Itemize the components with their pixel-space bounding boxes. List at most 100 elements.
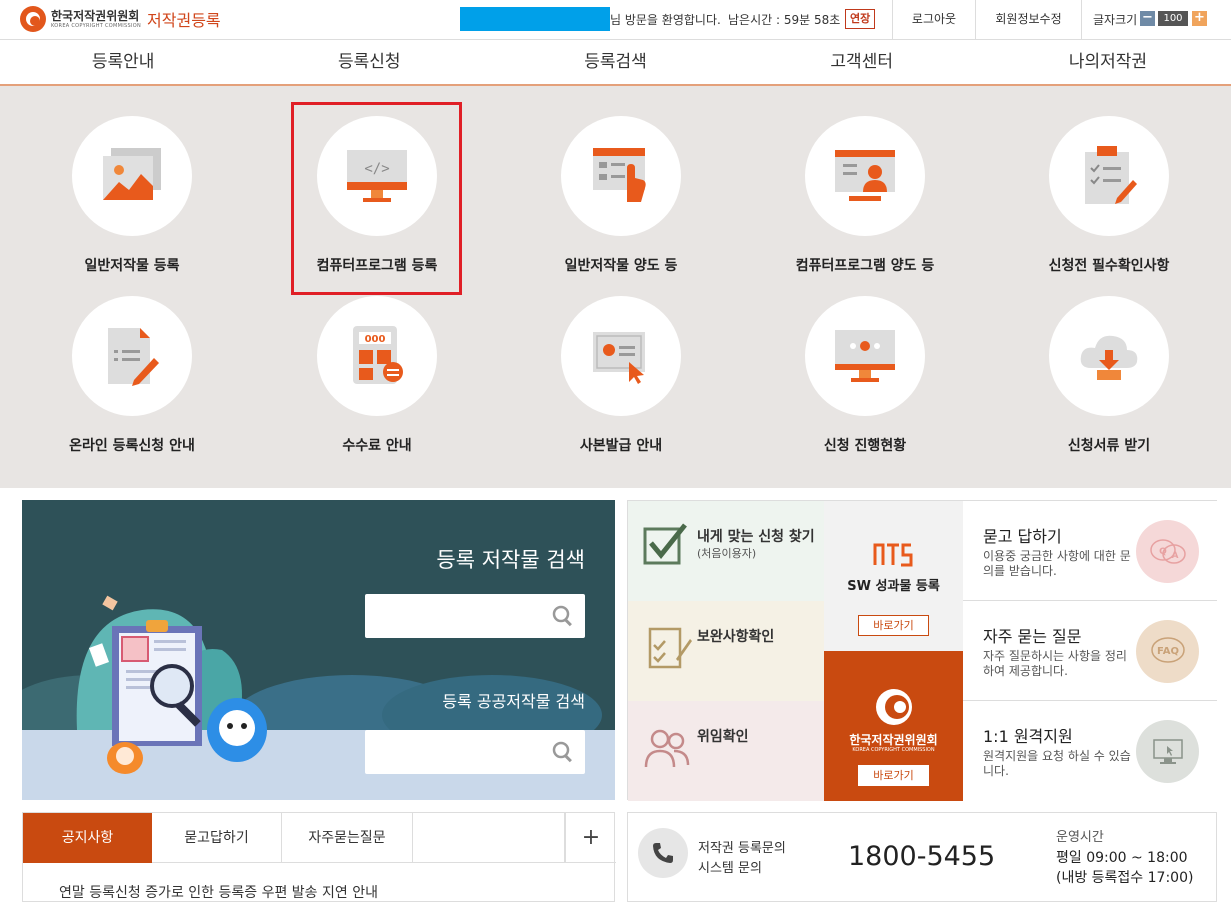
registered-work-search-input[interactable] (365, 594, 585, 638)
image-gallery-icon (103, 148, 161, 200)
kcc-panel: 한국저작권위원회 KOREA COPYRIGHT COMMISSION 바로가기 (824, 651, 963, 801)
nav-registration-apply[interactable]: 등록신청 (246, 40, 492, 84)
font-size-increase-button[interactable]: + (1192, 11, 1207, 26)
click-form-icon (593, 148, 646, 202)
quick-links-panel: 내게 맞는 신청 찾기 (처음이용자) 보완사항확인 위임확인 SW 성과물 등… (627, 500, 1217, 801)
notice-item[interactable]: 연말 등록신청 증가로 인한 등록증 우편 발송 지연 안내 (59, 882, 378, 902)
remote-support-desc: 원격지원을 요청 하실 수 있습니다. (983, 749, 1131, 778)
font-size-value: 100 (1158, 11, 1188, 26)
service-grid: 일반저작물 등록 </> 컴퓨터프로그램 등록 일반저작물 양도 등 컴퓨터프로… (0, 86, 1231, 488)
qa-icon: QA (1136, 520, 1199, 583)
calculator-icon: 000 (353, 326, 403, 384)
checklist-icon (1085, 146, 1137, 204)
tab-notice[interactable]: 공지사항 (23, 813, 152, 863)
edit-member-info-link[interactable]: 회원정보수정 (975, 0, 1081, 40)
phone-icon (638, 828, 688, 878)
nav-registration-search[interactable]: 등록검색 (492, 40, 738, 84)
kcc-logo-icon (876, 689, 912, 725)
service-label: 컴퓨터프로그램 양도 등 (795, 258, 935, 274)
search-icon[interactable] (551, 604, 575, 628)
find-my-application-link[interactable]: 내게 맞는 신청 찾기 (처음이용자) (628, 501, 824, 601)
svg-text:FAQ: FAQ (1157, 646, 1179, 657)
person-monitor-icon (835, 150, 895, 201)
service-general-work-registration[interactable]: 일반저작물 등록 (32, 116, 232, 275)
service-name: 저작권등록 (147, 11, 221, 30)
search-icon[interactable] (551, 740, 575, 764)
registered-work-search-panel: 등록 저작물 검색 등록 공공저작물 검색 (22, 500, 615, 800)
kcc-name: 한국저작권위원회 (849, 733, 938, 747)
hours-note: (내방 등록접수 17:00) (1056, 870, 1194, 886)
font-size-label: 글자크기 (1093, 13, 1138, 27)
service-download-forms[interactable]: 신청서류 받기 (1009, 296, 1209, 455)
sw-go-button[interactable]: 바로가기 (858, 615, 929, 636)
contact-panel: 저작권 등록문의 시스템 문의 1800-5455 운영시간 평일 09:00 … (627, 812, 1217, 902)
service-label: 신청전 필수확인사항 (1048, 258, 1170, 274)
logout-link[interactable]: 로그아웃 (892, 0, 975, 40)
service-label: 신청 진행현황 (823, 438, 907, 454)
nts-logo-icon (873, 543, 913, 567)
public-work-search-title: 등록 공공저작물 검색 (442, 692, 585, 711)
service-general-work-transfer[interactable]: 일반저작물 양도 등 (521, 116, 721, 275)
faq-icon: FAQ (1136, 620, 1199, 683)
highlight-frame (291, 102, 462, 295)
nav-registration-guide[interactable]: 등록안내 (0, 40, 246, 84)
extend-session-button[interactable]: 연장 (845, 9, 876, 29)
contact-phone-number: 1800-5455 (848, 841, 996, 872)
qa-link[interactable]: 묻고 답하기 이용중 궁금한 사항에 대한 문의를 받습니다. QA (963, 501, 1217, 601)
tab-faq[interactable]: 자주묻는질문 (282, 813, 413, 863)
certificate-icon (593, 332, 645, 384)
delegation-check-link[interactable]: 위임확인 (628, 701, 824, 801)
main-nav: 등록안내 등록신청 등록검색 고객센터 나의저작권 (0, 40, 1231, 86)
username-redacted (460, 7, 610, 31)
service-label: 일반저작물 양도 등 (564, 258, 678, 274)
nav-my-copyright[interactable]: 나의저작권 (985, 40, 1231, 84)
faq-title: 자주 묻는 질문 (983, 627, 1082, 646)
kcc-go-button[interactable]: 바로가기 (858, 765, 929, 786)
notice-board: 공지사항 묻고답하기 자주묻는질문 + 연말 등록신청 증가로 인한 등록증 우… (22, 812, 616, 902)
service-label: 신청서류 받기 (1067, 438, 1151, 454)
svg-text:A: A (1171, 551, 1178, 561)
remote-support-icon (1136, 720, 1199, 783)
checkbox-icon (643, 523, 687, 565)
org-name: 한국저작권위원회 (51, 8, 140, 23)
service-copy-issuance-guide[interactable]: 사본발급 안내 (521, 296, 721, 455)
org-name-en: KOREA COPYRIGHT COMMISSION (51, 22, 142, 29)
contact-label-copyright: 저작권 등록문의 (698, 841, 786, 856)
more-button[interactable]: + (565, 813, 616, 863)
service-application-status[interactable]: 신청 진행현황 (765, 296, 965, 455)
faq-desc: 자주 질문하시는 사항을 정리하여 제공합니다. (983, 649, 1127, 678)
sw-result-registration: SW 성과물 등록 바로가기 (824, 501, 963, 651)
contact-label-system: 시스템 문의 (698, 861, 762, 876)
kcc-name-en: KOREA COPYRIGHT COMMISSION (852, 747, 935, 753)
font-size-decrease-button[interactable]: − (1140, 11, 1155, 26)
service-online-application-guide[interactable]: 온라인 등록신청 안내 (32, 296, 232, 455)
svg-text:Q: Q (1159, 547, 1167, 557)
hours-title: 운영시간 (1056, 830, 1104, 845)
search-title: 등록 저작물 검색 (436, 548, 585, 572)
service-pre-application-checklist[interactable]: 신청전 필수확인사항 (1009, 116, 1209, 275)
qa-desc: 이용중 궁금한 사항에 대한 문의를 받습니다. (983, 549, 1131, 578)
supplement-check-link[interactable]: 보완사항확인 (628, 601, 824, 701)
service-label: 수수료 안내 (342, 438, 412, 454)
service-program-transfer[interactable]: 컴퓨터프로그램 양도 등 (765, 116, 965, 275)
faq-link[interactable]: 자주 묻는 질문 자주 질문하시는 사항을 정리하여 제공합니다. FAQ (963, 601, 1217, 701)
progress-monitor-icon (835, 330, 895, 382)
remote-support-link[interactable]: 1:1 원격지원 원격지원을 요청 하실 수 있습니다. (963, 701, 1217, 801)
tab-qa[interactable]: 묻고답하기 (152, 813, 282, 863)
users-icon (644, 729, 690, 768)
hours-weekday: 평일 09:00 ~ 18:00 (1056, 850, 1188, 866)
top-bar: 한국저작권위원회 KOREA COPYRIGHT COMMISSION 저작권등… (0, 0, 1231, 40)
session-time-left: 남은시간 : 59분 58초 (728, 13, 841, 27)
kcc-logo-icon (20, 6, 46, 32)
sw-result-title: SW 성과물 등록 (847, 579, 940, 594)
service-fee-guide[interactable]: 000 수수료 안내 (277, 296, 477, 455)
qa-title: 묻고 답하기 (983, 527, 1062, 546)
service-label: 사본발급 안내 (579, 438, 663, 454)
public-work-search-input[interactable] (365, 730, 585, 774)
tab-spacer (413, 813, 565, 863)
site-logo[interactable]: 한국저작권위원회 KOREA COPYRIGHT COMMISSION 저작권등… (20, 6, 221, 32)
find-my-application-title: 내게 맞는 신청 찾기 (697, 529, 815, 545)
nav-customer-center[interactable]: 고객센터 (739, 40, 985, 84)
service-label: 일반저작물 등록 (84, 258, 180, 274)
document-edit-icon (108, 328, 159, 386)
